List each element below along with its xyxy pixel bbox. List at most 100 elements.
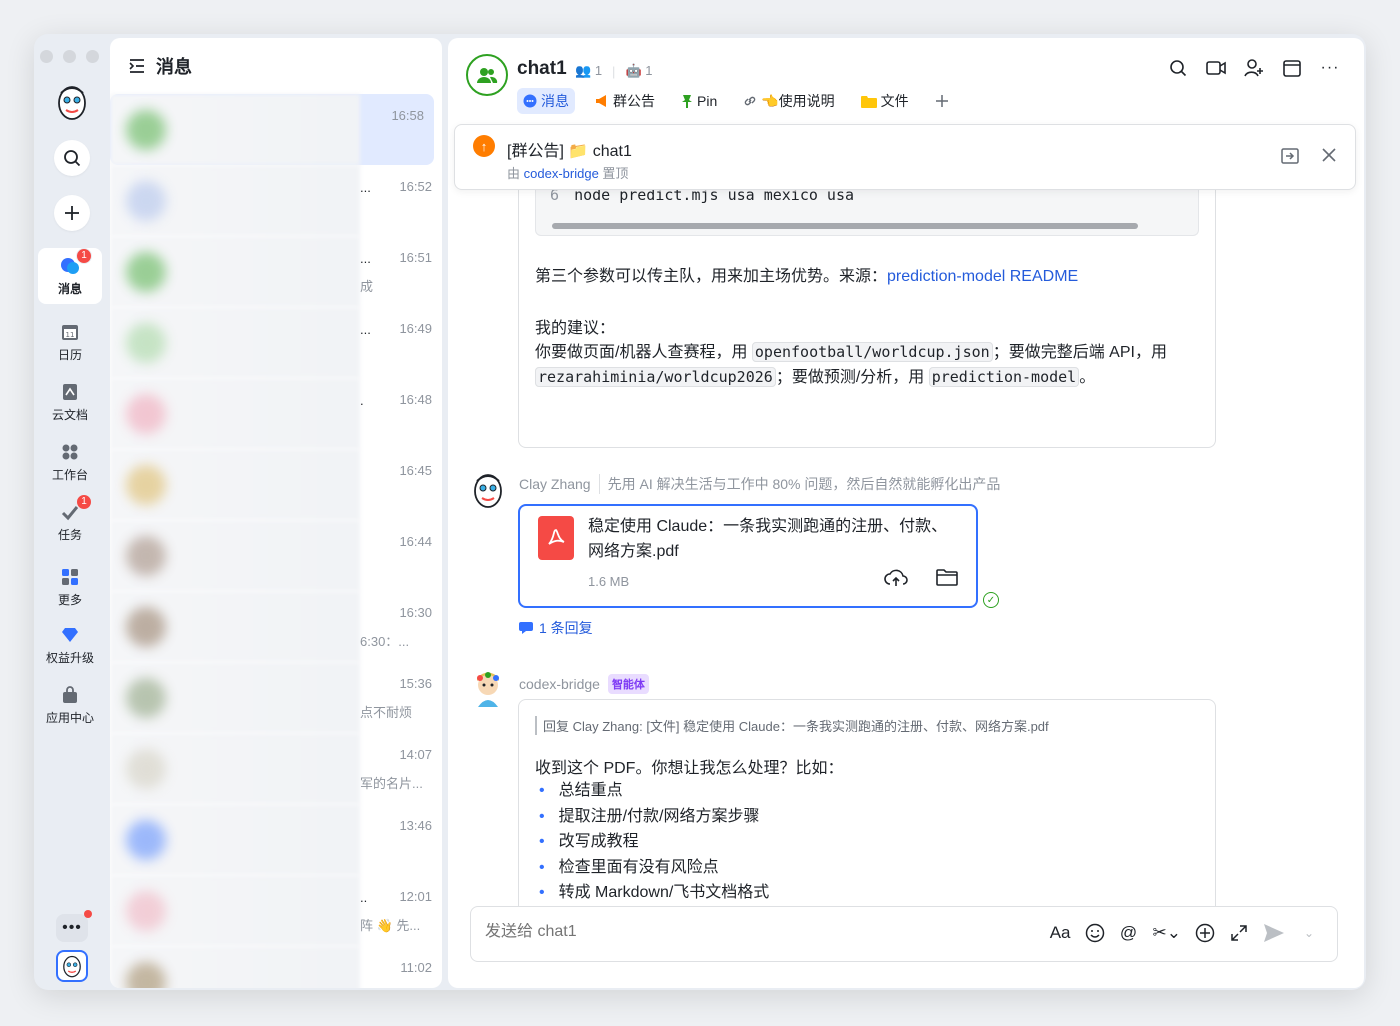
tab-chat-bubble[interactable]: 消息	[517, 88, 575, 114]
more-options-button[interactable]: •••	[56, 910, 92, 942]
add-member-button[interactable]	[1244, 58, 1264, 78]
suggestion-item: 提取注册/付款/网络方案步骤	[535, 804, 769, 830]
create-button[interactable]	[54, 195, 90, 231]
left-rail: 1 消息 11 日历 云文档 工作台 1 任务 更多 权益升级 应用中心 •••	[34, 34, 110, 990]
nav-docs[interactable]: 云文档	[38, 374, 102, 430]
code-scrollbar[interactable]	[552, 223, 1138, 229]
chat-meta: 👥 1 | 🤖 1	[575, 63, 652, 79]
nav-workplace[interactable]: 工作台	[38, 434, 102, 490]
conversation-row[interactable]: 16:58	[110, 94, 434, 165]
nav-app-center[interactable]: 应用中心	[38, 677, 102, 733]
nav-messages[interactable]: 1 消息	[38, 247, 102, 304]
header-actions: ···	[1168, 58, 1340, 78]
sender-name[interactable]: Clay Zhang	[519, 476, 591, 492]
message-card: 回复 Clay Zhang: [文件] 稳定使用 Claude：一条我实测跑通的…	[518, 699, 1216, 919]
emoji-button[interactable]	[1085, 923, 1105, 943]
expand-icon	[1231, 925, 1247, 941]
mention-button[interactable]: @	[1119, 923, 1139, 943]
chat-title: chat1	[517, 58, 567, 79]
conversation-row[interactable]: 11:02	[110, 946, 442, 988]
tab-folder[interactable]: 文件	[855, 88, 915, 114]
conversation-row[interactable]: 14:07 军的名片...	[110, 733, 442, 804]
video-call-button[interactable]	[1206, 58, 1226, 78]
bots-value: 1	[645, 63, 653, 78]
conversation-row[interactable]: 16:48 .	[110, 378, 442, 449]
pinned-by-prefix: 由	[507, 166, 521, 181]
reply-quote[interactable]: 回复 Clay Zhang: [文件] 稳定使用 Claude：一条我实测跑通的…	[535, 716, 1049, 735]
pinned-by-name[interactable]: codex-bridge	[524, 166, 599, 181]
message-paragraph: 我的建议：	[535, 320, 616, 337]
suggestion-item: 检查里面有没有风险点	[535, 855, 769, 881]
message-sender: codex-bridge 智能体	[519, 674, 649, 694]
open-folder-button[interactable]	[936, 568, 958, 593]
jump-icon	[1281, 148, 1299, 164]
add-attachment-button[interactable]	[1195, 923, 1215, 943]
conversation-row[interactable]: 16:44	[110, 520, 442, 591]
conversation-time: 15:36	[399, 676, 432, 691]
send-options-button[interactable]: ⌄	[1299, 926, 1319, 940]
file-name: 稳定使用 Claude：一条我实测跑通的注册、付款、网络方案.pdf	[588, 518, 948, 560]
tab-link[interactable]: 👈使用说明	[737, 88, 840, 114]
tab-megaphone[interactable]: 群公告	[589, 88, 661, 114]
expand-button[interactable]	[1229, 924, 1249, 942]
nav-tasks[interactable]: 1 任务	[38, 493, 102, 550]
conversation-row[interactable]: 15:36 点不耐烦	[110, 662, 442, 733]
conversation-row[interactable]: 16:49 ...	[110, 307, 442, 378]
tab-pin[interactable]: Pin	[675, 88, 723, 114]
document-icon	[60, 382, 80, 402]
send-button[interactable]	[1263, 923, 1285, 943]
nav-upgrade[interactable]: 权益升级	[38, 617, 102, 673]
user-avatar[interactable]	[54, 82, 90, 122]
conversation-time: 16:48	[399, 392, 432, 407]
close-pinned-button[interactable]	[1321, 147, 1337, 170]
members-count[interactable]: 👥 1	[575, 63, 602, 79]
clay-avatar[interactable]	[470, 472, 506, 508]
arrow-up-icon: ↑	[473, 135, 495, 157]
members-value: 1	[594, 63, 603, 78]
file-attachment[interactable]: 稳定使用 Claude：一条我实测跑通的注册、付款、网络方案.pdf 1.6 M…	[518, 504, 978, 608]
add-tab-button[interactable]	[929, 88, 955, 114]
conversation-avatar	[126, 749, 166, 789]
conversation-row[interactable]: 16:52 ...	[110, 165, 442, 236]
screenshot-button[interactable]: ✂⌄	[1153, 923, 1182, 943]
pin-icon	[681, 94, 693, 108]
conversation-ellipsis: ...	[360, 251, 371, 266]
codex-bridge-avatar[interactable]	[470, 670, 506, 707]
notification-dot	[84, 910, 92, 918]
conversation-row[interactable]: 13:46	[110, 804, 442, 875]
pinned-announcement[interactable]: ↑ [群公告] 📁 chat1 由 codex-bridge 置顶	[454, 124, 1356, 190]
group-avatar[interactable]	[466, 54, 508, 96]
inline-code: openfootball/worldcup.json	[751, 342, 993, 362]
thread-replies[interactable]: 1 条回复	[519, 618, 593, 638]
conversation-row[interactable]: 12:01 .. 阵 👋 先...	[110, 875, 442, 946]
save-to-cloud-button[interactable]	[884, 568, 908, 593]
cloud-upload-icon	[884, 569, 908, 586]
readme-link[interactable]: prediction-model README	[887, 268, 1078, 285]
nav-more[interactable]: 更多	[38, 559, 102, 615]
profile-avatar[interactable]	[56, 950, 88, 982]
menu-icon[interactable]	[128, 58, 146, 74]
sender-name[interactable]: codex-bridge	[519, 676, 600, 692]
search-button[interactable]	[54, 140, 90, 176]
chat-header: chat1 👥 1 | 🤖 1 ··· 消息 群公告 Pin 👈使用说明 文件	[448, 38, 1364, 120]
conversation-row[interactable]: 16:45	[110, 449, 442, 520]
more-button[interactable]: ···	[1320, 58, 1340, 78]
reply-count-label: 1 条回复	[539, 620, 593, 636]
conversation-row[interactable]: 16:51 ... 成	[110, 236, 442, 307]
conversation-time: 13:46	[399, 818, 432, 833]
format-text-button[interactable]: Aa	[1050, 923, 1071, 943]
tab-label: 消息	[541, 93, 569, 109]
add-user-icon	[1244, 59, 1263, 77]
chat-panel: chat1 👥 1 | 🤖 1 ··· 消息 群公告 Pin 👈使用说明 文件 ↑ [群…	[448, 38, 1364, 988]
search-chat-button[interactable]	[1168, 58, 1188, 78]
list-title: 消息	[156, 57, 192, 77]
read-receipt-icon: ✓	[983, 592, 999, 608]
paragraph-text: ；要做预测/分析，用	[775, 369, 929, 386]
message-input[interactable]	[485, 923, 1005, 941]
jump-to-button[interactable]	[1281, 147, 1299, 170]
pinned-by: 由 codex-bridge 置顶	[507, 163, 628, 182]
calendar-button[interactable]	[1282, 58, 1302, 78]
conversation-row[interactable]: 16:30 6:30：...	[110, 591, 442, 662]
bots-count[interactable]: 🤖 1	[625, 63, 652, 79]
nav-calendar[interactable]: 11 日历	[38, 314, 102, 370]
